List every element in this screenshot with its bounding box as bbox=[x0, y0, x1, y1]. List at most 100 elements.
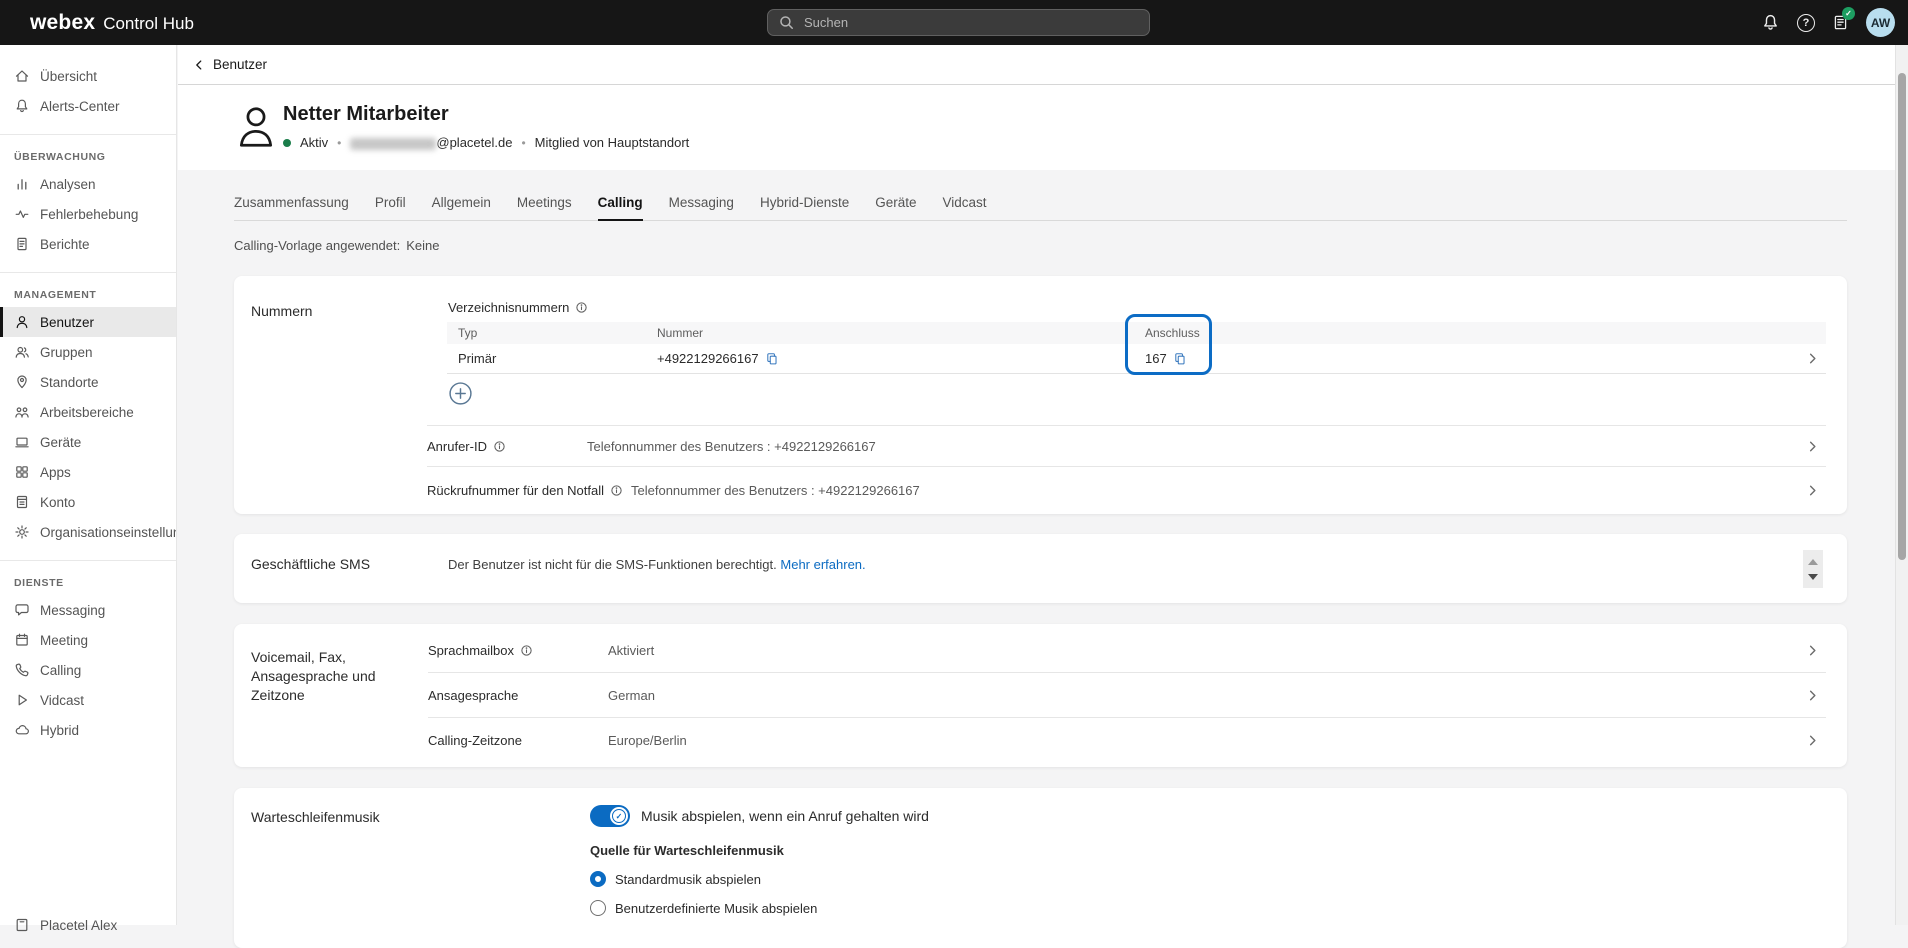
toggle-knob bbox=[610, 807, 628, 825]
brand-name: webex bbox=[30, 11, 95, 35]
sidebar-item-gruppen[interactable]: Gruppen bbox=[0, 337, 176, 367]
directory-numbers-heading: Verzeichnisnummern bbox=[448, 300, 1826, 315]
default-music-option[interactable]: Standardmusik abspielen bbox=[590, 871, 929, 887]
sms-message: Der Benutzer ist nicht für die SMS-Funkt… bbox=[448, 557, 866, 572]
sidebar-item-vidcast[interactable]: Vidcast bbox=[0, 685, 176, 715]
sidebar-item-label: Alerts-Center bbox=[40, 99, 120, 114]
info-icon[interactable] bbox=[493, 440, 506, 453]
music-on-hold-toggle[interactable] bbox=[590, 805, 630, 827]
sms-card-title: Geschäftliche SMS bbox=[251, 556, 370, 572]
scrollbar-thumb[interactable] bbox=[1898, 73, 1906, 560]
radio-unselected-icon[interactable] bbox=[590, 900, 606, 916]
breadcrumb-label: Benutzer bbox=[213, 57, 267, 72]
play-icon bbox=[14, 692, 30, 708]
sidebar-item-meeting[interactable]: Meeting bbox=[0, 625, 176, 655]
sidebar-item-benutzer[interactable]: Benutzer bbox=[0, 307, 176, 337]
user-email: @placetel.de bbox=[350, 135, 512, 150]
chevron-right-icon bbox=[1805, 733, 1826, 748]
spinner-down-arrow-icon[interactable] bbox=[1808, 574, 1818, 580]
tab-zusammenfassung[interactable]: Zusammenfassung bbox=[234, 195, 349, 220]
device-icon bbox=[14, 434, 30, 450]
sidebar-item-analysen[interactable]: Analysen bbox=[0, 169, 176, 199]
tab-messaging[interactable]: Messaging bbox=[669, 195, 734, 220]
sidebar-item-uebersicht[interactable]: Übersicht bbox=[0, 61, 176, 91]
sidebar-item-hybrid[interactable]: Hybrid bbox=[0, 715, 176, 745]
sidebar-item-arbeitsbereiche[interactable]: Arbeitsbereiche bbox=[0, 397, 176, 427]
sidebar-nav: Übersicht Alerts-Center ÜBERWACHUNG Anal… bbox=[0, 45, 177, 925]
sidebar-item-standorte[interactable]: Standorte bbox=[0, 367, 176, 397]
numbers-card-title: Nummern bbox=[251, 303, 312, 319]
directory-numbers-label: Verzeichnisnummern bbox=[448, 300, 569, 315]
sidebar-item-placetel-alex[interactable]: Placetel Alex bbox=[0, 910, 176, 940]
learn-more-link[interactable]: Mehr erfahren. bbox=[780, 557, 865, 572]
caller-id-row[interactable]: Anrufer-ID Telefonnummer des Benutzers :… bbox=[427, 426, 1826, 466]
user-avatar[interactable]: AW bbox=[1866, 8, 1895, 37]
column-header-typ: Typ bbox=[447, 326, 657, 340]
copy-icon[interactable] bbox=[1173, 352, 1187, 366]
tab-allgemein[interactable]: Allgemein bbox=[432, 195, 491, 220]
sidebar-divider bbox=[0, 560, 176, 561]
sidebar-item-label: Arbeitsbereiche bbox=[40, 405, 134, 420]
sidebar-item-label: Organisationseinstellun... bbox=[40, 525, 176, 540]
announcement-language-value: German bbox=[608, 688, 655, 703]
sidebar-item-label: Messaging bbox=[40, 603, 105, 618]
sidebar-item-alerts-center[interactable]: Alerts-Center bbox=[0, 91, 176, 121]
tab-vidcast[interactable]: Vidcast bbox=[943, 195, 987, 220]
help-icon[interactable] bbox=[1797, 14, 1815, 32]
spinner-up-arrow-icon[interactable] bbox=[1808, 559, 1818, 565]
sidebar-section-management: MANAGEMENT bbox=[0, 281, 176, 307]
sidebar-item-messaging[interactable]: Messaging bbox=[0, 595, 176, 625]
caller-id-label: Anrufer-ID bbox=[427, 439, 487, 454]
info-icon[interactable] bbox=[575, 301, 588, 314]
person-icon bbox=[14, 314, 30, 330]
copy-icon[interactable] bbox=[765, 352, 779, 366]
table-row-primary-number[interactable]: Primär +4922129266167 167 bbox=[447, 344, 1826, 374]
topbar-actions: AW bbox=[1761, 0, 1895, 45]
directory-numbers-table: Typ Nummer Anschluss Primär +49221292661… bbox=[447, 322, 1826, 374]
emergency-callback-row[interactable]: Rückrufnummer für den Notfall Telefonnum… bbox=[427, 467, 1826, 513]
chevron-right-icon bbox=[1805, 688, 1826, 703]
sidebar-item-berichte[interactable]: Berichte bbox=[0, 229, 176, 259]
sidebar-item-apps[interactable]: Apps bbox=[0, 457, 176, 487]
default-music-label: Standardmusik abspielen bbox=[615, 872, 761, 887]
tab-calling[interactable]: Calling bbox=[598, 195, 643, 221]
page-scrollbar bbox=[1895, 45, 1908, 925]
chevron-right-icon bbox=[1805, 439, 1826, 454]
numbers-card: Nummern Verzeichnisnummern Typ Nummer An… bbox=[234, 276, 1847, 514]
info-icon[interactable] bbox=[520, 644, 533, 657]
sidebar-item-calling[interactable]: Calling bbox=[0, 655, 176, 685]
announcement-language-row[interactable]: Ansagesprache German bbox=[428, 673, 1826, 718]
moh-source-label: Quelle für Warteschleifenmusik bbox=[590, 843, 929, 858]
voicemail-row[interactable]: Sprachmailbox Aktiviert bbox=[428, 628, 1826, 673]
sms-message-text: Der Benutzer ist nicht für die SMS-Funkt… bbox=[448, 557, 777, 572]
tasks-icon[interactable] bbox=[1832, 13, 1849, 32]
content-area: Zusammenfassung Profil Allgemein Meeting… bbox=[178, 195, 1895, 948]
search-icon bbox=[778, 14, 795, 31]
tab-geraete[interactable]: Geräte bbox=[875, 195, 916, 220]
sidebar-item-label: Vidcast bbox=[40, 693, 84, 708]
sidebar-item-organisationseinstellungen[interactable]: Organisationseinstellun... bbox=[0, 517, 176, 547]
search-input[interactable] bbox=[767, 9, 1150, 36]
tab-hybrid-dienste[interactable]: Hybrid-Dienste bbox=[760, 195, 849, 220]
breadcrumb-back[interactable]: Benutzer bbox=[192, 57, 267, 72]
column-header-nummer: Nummer bbox=[657, 326, 1137, 340]
music-on-hold-card: Warteschleifenmusik Musik abspielen, wen… bbox=[234, 788, 1847, 948]
chevron-left-icon bbox=[192, 58, 206, 72]
phone-device-icon bbox=[14, 917, 30, 933]
custom-music-option[interactable]: Benutzerdefinierte Musik abspielen bbox=[590, 900, 929, 916]
sidebar-item-label: Gruppen bbox=[40, 345, 93, 360]
tab-profil[interactable]: Profil bbox=[375, 195, 406, 220]
tab-meetings[interactable]: Meetings bbox=[517, 195, 572, 220]
voicemail-label: Sprachmailbox bbox=[428, 643, 514, 658]
notifications-bell-icon[interactable] bbox=[1761, 13, 1780, 32]
sidebar-item-konto[interactable]: Konto bbox=[0, 487, 176, 517]
radio-selected-icon[interactable] bbox=[590, 871, 606, 887]
info-icon[interactable] bbox=[610, 484, 623, 497]
location-pin-icon bbox=[14, 374, 30, 390]
add-number-button[interactable] bbox=[448, 381, 473, 406]
sidebar-item-fehlerbehebung[interactable]: Fehlerbehebung bbox=[0, 199, 176, 229]
chat-bubble-icon bbox=[14, 602, 30, 618]
cell-anschluss: 167 bbox=[1145, 351, 1167, 366]
sidebar-item-geraete[interactable]: Geräte bbox=[0, 427, 176, 457]
calling-timezone-row[interactable]: Calling-Zeitzone Europe/Berlin bbox=[428, 718, 1826, 763]
